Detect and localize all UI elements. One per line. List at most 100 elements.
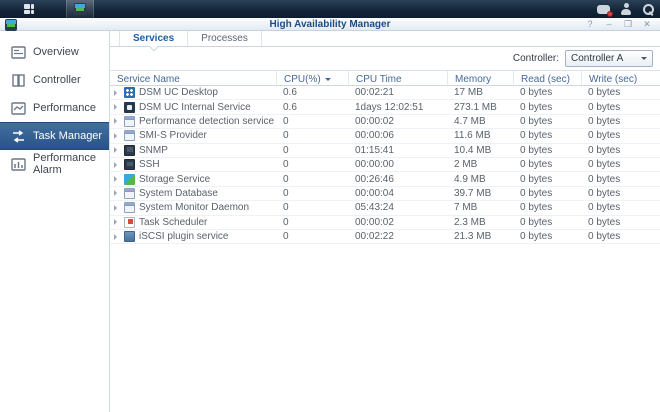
expand-arrow-icon[interactable]	[114, 147, 120, 153]
sidebar-item-label: Controller	[33, 74, 81, 86]
table-row[interactable]: SSH 0 00:00:00 2 MB 0 bytes 0 bytes	[110, 158, 660, 172]
sidebar-item-label: Task Manager	[33, 130, 102, 142]
user-icon[interactable]	[620, 3, 632, 15]
controller-select[interactable]: Controller A	[565, 50, 653, 67]
column-header-service-name[interactable]: Service Name	[110, 71, 276, 87]
write-value: 0 bytes	[581, 231, 660, 242]
read-value: 0 bytes	[513, 116, 581, 127]
sidebar: Overview Controller Performance Task Man…	[0, 31, 110, 412]
table-header: Service Name CPU(%) CPU Time Memory Read…	[110, 70, 660, 86]
task-manager-icon	[11, 130, 26, 143]
write-value: 0 bytes	[581, 202, 660, 213]
expand-arrow-icon[interactable]	[114, 219, 120, 225]
write-value: 0 bytes	[581, 145, 660, 156]
memory-value: 2.3 MB	[447, 217, 513, 228]
sidebar-item-overview[interactable]: Overview	[0, 38, 109, 66]
write-value: 0 bytes	[581, 130, 660, 141]
memory-value: 4.9 MB	[447, 174, 513, 185]
close-button[interactable]: ✕	[642, 19, 652, 30]
expand-arrow-icon[interactable]	[114, 162, 120, 168]
expand-arrow-icon[interactable]	[114, 190, 120, 196]
service-name: SSH	[139, 159, 160, 170]
cpu-value: 0	[276, 130, 348, 141]
column-header-cpu-time[interactable]: CPU Time	[348, 71, 447, 87]
table-row[interactable]: DSM UC Internal Service 0.6 1days 12:02:…	[110, 100, 660, 114]
help-button[interactable]: ?	[585, 19, 595, 30]
write-value: 0 bytes	[581, 174, 660, 185]
read-value: 0 bytes	[513, 145, 581, 156]
notifications-icon[interactable]	[597, 5, 610, 14]
memory-value: 7 MB	[447, 202, 513, 213]
storage-icon	[124, 174, 135, 185]
table-row[interactable]: Task Scheduler 0 00:00:02 2.3 MB 0 bytes…	[110, 216, 660, 230]
expand-arrow-icon[interactable]	[114, 176, 120, 182]
main-menu-button[interactable]	[10, 0, 48, 18]
performance-alarm-icon	[11, 158, 26, 171]
tab-processes[interactable]: Processes	[188, 31, 262, 46]
sidebar-item-label: Overview	[33, 46, 79, 58]
controller-icon	[11, 74, 26, 87]
service-name: SMI-S Provider	[139, 130, 207, 141]
cpu-time-value: 00:00:06	[348, 130, 447, 141]
service-name: System Database	[139, 188, 218, 199]
cpu-time-value: 00:00:02	[348, 116, 447, 127]
column-header-write[interactable]: Write (sec)	[581, 71, 660, 87]
expand-arrow-icon[interactable]	[114, 234, 120, 240]
read-value: 0 bytes	[513, 102, 581, 113]
taskbar-app-high-availability-manager[interactable]	[66, 0, 94, 18]
performance-icon	[11, 102, 26, 115]
service-name: Storage Service	[139, 174, 210, 185]
table-row[interactable]: System Database 0 00:00:04 39.7 MB 0 byt…	[110, 187, 660, 201]
write-value: 0 bytes	[581, 217, 660, 228]
expand-arrow-icon[interactable]	[114, 118, 120, 124]
service-name: DSM UC Internal Service	[139, 102, 251, 113]
taskbar	[0, 0, 660, 18]
memory-value: 2 MB	[447, 159, 513, 170]
search-icon[interactable]	[642, 3, 654, 15]
sort-desc-icon	[325, 78, 331, 84]
chevron-down-icon	[641, 57, 647, 63]
tab-services[interactable]: Services	[119, 31, 188, 46]
main-content: Services Processes Controller: Controlle…	[110, 31, 660, 412]
write-value: 0 bytes	[581, 116, 660, 127]
cpu-value: 0	[276, 145, 348, 156]
write-value: 0 bytes	[581, 188, 660, 199]
table-row[interactable]: SNMP 0 01:15:41 10.4 MB 0 bytes 0 bytes	[110, 144, 660, 158]
expand-arrow-icon[interactable]	[114, 104, 120, 110]
table-row[interactable]: Storage Service 0 00:26:46 4.9 MB 0 byte…	[110, 172, 660, 186]
overview-icon	[11, 46, 26, 59]
service-name: SNMP	[139, 145, 168, 156]
column-header-cpu[interactable]: CPU(%)	[276, 71, 348, 87]
read-value: 0 bytes	[513, 87, 581, 98]
write-value: 0 bytes	[581, 159, 660, 170]
table-row[interactable]: System Monitor Daemon 0 05:43:24 7 MB 0 …	[110, 201, 660, 215]
table-row[interactable]: Performance detection service 0 00:00:02…	[110, 115, 660, 129]
sidebar-item-task-manager[interactable]: Task Manager	[0, 122, 109, 150]
memory-value: 273.1 MB	[447, 102, 513, 113]
column-header-read[interactable]: Read (sec)	[513, 71, 581, 87]
read-value: 0 bytes	[513, 231, 581, 242]
service-name: iSCSI plugin service	[139, 231, 228, 242]
expand-arrow-icon[interactable]	[114, 205, 120, 211]
column-header-memory[interactable]: Memory	[447, 71, 513, 87]
expand-arrow-icon[interactable]	[114, 133, 120, 139]
sidebar-item-performance[interactable]: Performance	[0, 94, 109, 122]
sidebar-item-controller[interactable]: Controller	[0, 66, 109, 94]
cpu-value: 0	[276, 159, 348, 170]
memory-value: 11.6 MB	[447, 130, 513, 141]
window-title: High Availability Manager	[0, 19, 660, 30]
cpu-time-value: 05:43:24	[348, 202, 447, 213]
table-row[interactable]: DSM UC Desktop 0.6 00:02:21 17 MB 0 byte…	[110, 86, 660, 100]
sidebar-item-performance-alarm[interactable]: Performance Alarm	[0, 150, 109, 178]
minimize-button[interactable]: –	[604, 19, 614, 30]
memory-value: 21.3 MB	[447, 231, 513, 242]
expand-arrow-icon[interactable]	[114, 90, 120, 96]
read-value: 0 bytes	[513, 130, 581, 141]
window-titlebar: High Availability Manager ? – ❐ ✕	[0, 18, 660, 31]
read-value: 0 bytes	[513, 188, 581, 199]
table-row[interactable]: SMI-S Provider 0 00:00:06 11.6 MB 0 byte…	[110, 129, 660, 143]
table-row[interactable]: iSCSI plugin service 0 00:02:22 21.3 MB …	[110, 230, 660, 244]
maximize-button[interactable]: ❐	[623, 19, 633, 30]
service-table-body: DSM UC Desktop 0.6 00:02:21 17 MB 0 byte…	[110, 86, 660, 244]
memory-value: 39.7 MB	[447, 188, 513, 199]
